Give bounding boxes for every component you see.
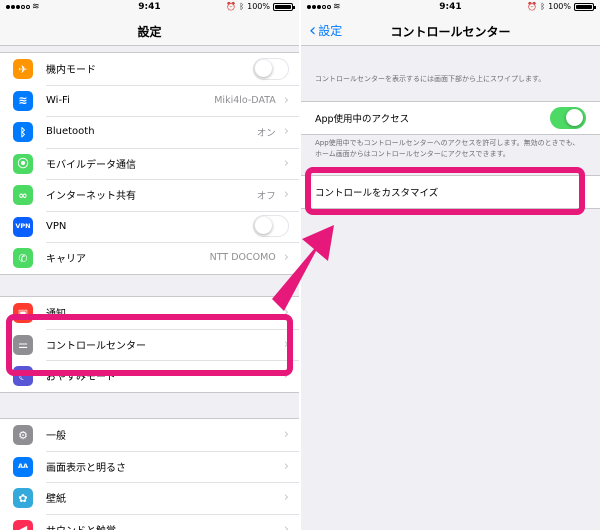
alarm-icon: ⏰ [226,2,237,11]
settings-row-label: 壁紙 [46,494,66,506]
settings-row[interactable]: ✿ 壁紙 › [0,482,299,514]
settings-row[interactable]: ✈ 機内モード [0,53,299,85]
bluetooth-icon: ᛒ [13,122,33,142]
swipe-note: コントロールセンターを表示するには画面下部から上にスワイプします。 [315,75,546,83]
settings-row-value: オフ [256,190,276,202]
chevron-right-icon: › [283,490,289,506]
settings-row-value: オン [256,127,276,139]
settings-row[interactable]: ✆ キャリア NTT DOCOMO › [0,242,299,274]
chevron-right-icon: › [283,427,289,443]
settings-row[interactable]: ∞ インターネット共有 オフ › [0,179,299,211]
display-icon: AA [13,456,33,477]
settings-row-label: モバイルデータ通信 [46,159,136,171]
chevron-right-icon: › [283,155,289,171]
settings-row[interactable]: ≋ Wi-Fi Miki4lo-DATA › [0,84,299,117]
airplane-icon: ✈ [13,59,33,79]
bluetooth-status-icon: ᛒ [540,2,546,11]
status-bar: ≋ 9:41 ⏰ ᛒ 100% [0,0,299,16]
access-label: App使用中のアクセス [315,114,410,125]
settings-row-label: サウンドと触覚 [46,522,284,530]
settings-row-label: Bluetooth [46,126,95,138]
sound-icon: ◀ [13,519,33,530]
settings-row-value: Miki4lo-DATA [214,94,276,106]
access-row: App使用中のアクセス [301,102,600,134]
nav-bar: 設定 [0,16,299,46]
page-title: 設定 [137,25,162,39]
page-title: コントロールセンター [390,25,511,39]
settings-row-label: インターネット共有 [46,191,136,203]
settings-row-label: VPN [46,220,67,232]
settings-row-label: Wi-Fi [46,94,70,106]
settings-row-label: キャリア [46,254,86,266]
gear-icon: ⚙ [13,425,33,445]
control-center-screen: ≋ 9:41 ⏰ ᛒ 100% ‹ 設定 コントロールセンター コントロールセンターを… [301,0,600,530]
battery-icon [574,2,596,11]
settings-row[interactable]: AA 画面表示と明るさ › [0,450,299,483]
settings-row[interactable]: ◀ サウンドと触覚› [0,513,299,530]
alarm-icon: ⏰ [527,2,538,11]
hotspot-icon: ∞ [13,185,33,205]
settings-row-label: 一般 [46,431,66,443]
settings-row-label: 機内モード [46,65,96,77]
annotation-arrow-icon [272,225,334,311]
cellular-icon: ⦿ [13,153,33,174]
access-note: App使用中でもコントロールセンターへのアクセスを許可します。無効のときでも、ホ… [315,139,580,158]
chevron-right-icon: › [283,124,289,140]
settings-row-label: 画面表示と明るさ [46,462,126,474]
highlight-box-customize [305,167,585,215]
group-general: ⚙一般›AA画面表示と明るさ›✿壁紙›◀サウンドと触覚› [0,418,299,530]
access-group: App使用中のアクセス [301,101,600,135]
chevron-right-icon: › [283,521,289,530]
access-toggle[interactable] [550,107,586,129]
chevron-right-icon: › [283,92,289,108]
phone-icon: ✆ [13,248,33,268]
settings-row[interactable]: VPN VPN [0,210,299,243]
highlight-box-control-center [6,314,293,376]
toggle-switch[interactable] [253,57,289,80]
chevron-right-icon: › [283,187,289,203]
nav-bar: ‹ 設定 コントロールセンター [301,16,600,46]
bluetooth-status-icon: ᛒ [239,2,245,11]
settings-row[interactable]: ⦿ モバイルデータ通信 › [0,147,299,180]
status-bar: ≋ 9:41 ⏰ ᛒ 100% [301,0,600,16]
chevron-right-icon: › [283,458,289,474]
battery-percent: 100% [548,2,571,11]
group-connectivity: ✈ 機内モード ≋ Wi-Fi Miki4lo-DATA › ᛒ Bluetooth オン › ⦿ モ… [0,52,299,275]
settings-row[interactable]: ⚙ 一般 › [0,419,299,451]
wallpaper-icon: ✿ [13,488,33,508]
battery-percent: 100% [247,2,270,11]
battery-icon [273,2,295,11]
settings-row-value: NTT DOCOMO [209,252,276,264]
wifi-icon: ≋ [13,90,33,111]
vpn-icon: VPN [13,216,33,237]
settings-screen: ≋ 9:41 ⏰ ᛒ 100% 設定 ✈ 機内モード ≋ Wi-Fi Miki4lo-DAT… [0,0,299,530]
settings-row[interactable]: ᛒ Bluetooth オン › [0,116,299,148]
